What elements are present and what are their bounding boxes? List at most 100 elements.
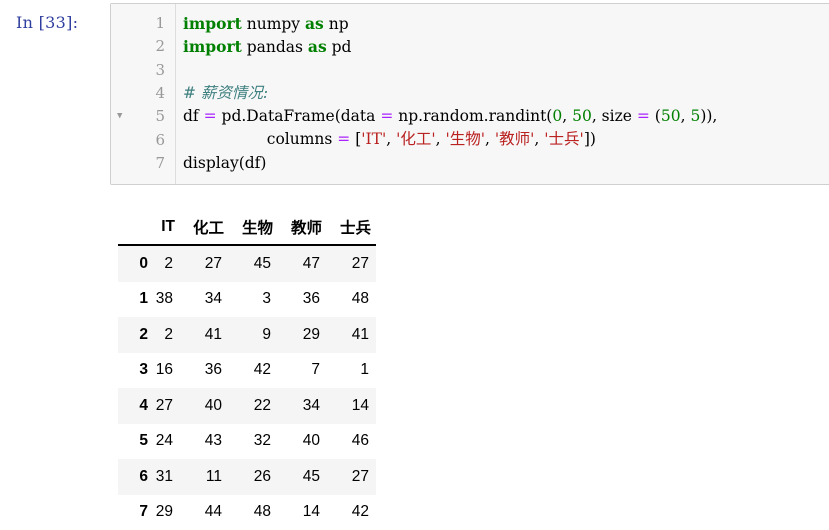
fold-arrow-icon[interactable]: ▼: [117, 105, 122, 128]
line-number-gutter: 12345 ▼ 67: [111, 4, 176, 184]
table-cell: 16: [155, 353, 180, 389]
code-token: ,: [534, 130, 544, 148]
table-row: 0227454727: [118, 245, 376, 282]
row-index: 2: [118, 317, 155, 353]
code-token: [: [350, 130, 361, 148]
table-row: 1383433648: [118, 282, 376, 318]
table-row: 52443324046: [118, 424, 376, 460]
code-token: np.random.randint(: [393, 107, 552, 125]
code-token: ,: [436, 130, 446, 148]
table-cell: 24: [155, 424, 180, 460]
code-token: ,: [562, 107, 572, 125]
table-row: 316364271: [118, 353, 376, 389]
table-cell: 45: [229, 245, 278, 282]
code-token: as: [305, 14, 324, 33]
code-line: import numpy as np: [183, 12, 717, 35]
code-token: '生物': [446, 130, 486, 148]
table-row: 63111264527: [118, 459, 376, 495]
code-token: ]): [584, 130, 596, 148]
table-cell: 29: [155, 495, 180, 530]
code-token: import: [183, 14, 242, 33]
row-index: 1: [118, 282, 155, 318]
code-token: '化工': [396, 130, 436, 148]
code-token: 50: [661, 107, 681, 125]
code-token: pandas: [242, 38, 308, 56]
line-number: 7: [155, 152, 165, 175]
table-cell: 41: [327, 317, 376, 353]
table-row: 42740223414: [118, 388, 376, 424]
line-number: 1: [155, 12, 165, 35]
table-cell: 32: [229, 424, 278, 460]
code-cell[interactable]: 12345 ▼ 67 import numpy as npimport pandas…: [110, 3, 829, 185]
table-cell: 36: [180, 353, 229, 389]
row-index: 3: [118, 353, 155, 389]
code-line: columns = ['IT', '化工', '生物', '教师', '士兵']…: [183, 128, 717, 151]
code-token: =: [337, 130, 350, 148]
code-token: columns: [183, 130, 337, 148]
code-token: )),: [700, 107, 717, 125]
table-cell: 14: [327, 388, 376, 424]
code-token: pd: [327, 38, 352, 56]
column-header: 教师: [278, 210, 327, 245]
code-line: display(df): [183, 152, 717, 175]
line-number: 5: [155, 105, 165, 128]
column-header: 士兵: [327, 210, 376, 245]
table-row: 72944481442: [118, 495, 376, 530]
line-number: 3: [155, 59, 165, 82]
code-token: df: [183, 107, 204, 125]
table-cell: 45: [278, 459, 327, 495]
code-token: =: [637, 107, 650, 125]
table-cell: 1: [327, 353, 376, 389]
code-token: ,: [485, 130, 495, 148]
code-token: ,: [386, 130, 396, 148]
table-cell: 27: [327, 245, 376, 282]
code-line: [183, 59, 717, 82]
table-cell: 27: [155, 388, 180, 424]
code-line: df = pd.DataFrame(data = np.random.randi…: [183, 105, 717, 128]
row-index: 0: [118, 245, 155, 282]
code-token: np: [324, 15, 349, 33]
table-cell: 31: [155, 459, 180, 495]
code-token: ,: [681, 107, 691, 125]
row-index: 5: [118, 424, 155, 460]
column-header: IT: [155, 210, 180, 245]
code-token: # 薪资情况:: [183, 84, 268, 102]
table-cell: 7: [278, 353, 327, 389]
table-cell: 38: [155, 282, 180, 318]
code-token: '教师': [495, 130, 535, 148]
table-cell: 40: [180, 388, 229, 424]
dataframe-table: IT化工生物教师士兵 02274547271383433648224192941…: [118, 210, 376, 530]
table-cell: 3: [229, 282, 278, 318]
line-number: 2: [155, 35, 165, 58]
index-header: [118, 210, 155, 245]
output-area: IT化工生物教师士兵 02274547271383433648224192941…: [118, 210, 376, 530]
table-cell: 48: [327, 282, 376, 318]
table-cell: 27: [180, 245, 229, 282]
table-cell: 29: [278, 317, 327, 353]
cell-prompt: In [33]:: [16, 13, 78, 32]
code-token: =: [204, 107, 217, 125]
code-token: '士兵': [544, 130, 584, 148]
table-cell: 42: [327, 495, 376, 530]
code-token: 'IT': [361, 130, 386, 148]
code-token: display(df): [183, 154, 266, 172]
code-token: (: [650, 107, 661, 125]
table-cell: 34: [180, 282, 229, 318]
line-number: 4: [155, 82, 165, 105]
table-cell: 43: [180, 424, 229, 460]
table-cell: 40: [278, 424, 327, 460]
code-token: 0: [552, 107, 562, 125]
table-cell: 2: [155, 245, 180, 282]
column-header: 化工: [180, 210, 229, 245]
table-cell: 42: [229, 353, 278, 389]
line-number: 6: [155, 129, 165, 152]
code-token: , size: [592, 107, 637, 125]
table-cell: 26: [229, 459, 278, 495]
code-token: numpy: [242, 15, 305, 33]
code-editor[interactable]: import numpy as npimport pandas as pd # 薪…: [183, 12, 717, 175]
code-token: 50: [572, 107, 592, 125]
code-line: # 薪资情况:: [183, 82, 717, 105]
table-cell: 9: [229, 317, 278, 353]
table-cell: 36: [278, 282, 327, 318]
table-cell: 44: [180, 495, 229, 530]
